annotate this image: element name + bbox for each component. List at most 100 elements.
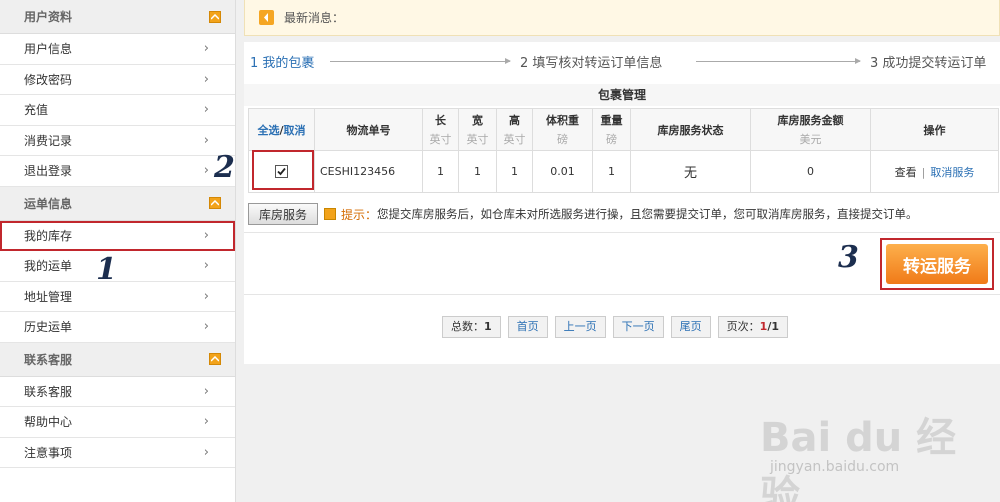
chevron-right-icon: › bbox=[203, 41, 209, 57]
col-header-weight: 重量磅 bbox=[592, 108, 631, 151]
pagination: 总数：1 首页 上一页 下一页 尾页 页次：1/1 bbox=[442, 316, 795, 338]
divider bbox=[244, 232, 1000, 233]
tip-text: 您提交库房服务后，如仓库未对所选服务进行操，且您需要提交订单，您可取消库房服务，… bbox=[377, 207, 918, 221]
page-total: /1 bbox=[767, 320, 779, 333]
checkbox-highlight-box bbox=[252, 150, 314, 190]
sidebar-item-contact-service[interactable]: 联系客服 › bbox=[0, 376, 235, 407]
sidebar-section-waybill-info[interactable]: 运单信息 bbox=[0, 186, 235, 221]
cell-warehouse-amount: 0 bbox=[750, 150, 871, 193]
select-cancel-link[interactable]: 取消 bbox=[284, 124, 306, 137]
sidebar-item-notes[interactable]: 注意事项 › bbox=[0, 437, 235, 468]
package-table: 全选/取消 物流单号 长英寸 宽英寸 高英寸 体积重磅 重量磅 库房服务状态 库… bbox=[248, 108, 999, 193]
progress-steps: 1 我的包裹 2 填写核对转运订单信息 3 成功提交转运订单 bbox=[244, 52, 1000, 72]
speaker-icon bbox=[259, 10, 274, 25]
table-title: 包裹管理 bbox=[244, 84, 1000, 106]
chevron-right-icon: › bbox=[203, 71, 209, 87]
latest-news-label: 最新消息： bbox=[284, 11, 345, 25]
sidebar-item-recharge[interactable]: 充值 › bbox=[0, 95, 235, 126]
tip-label: 提示： bbox=[341, 207, 378, 222]
sidebar-item-spending-records[interactable]: 消费记录 › bbox=[0, 125, 235, 156]
sidebar-section-title: 运单信息 bbox=[24, 196, 73, 211]
chevron-right-icon: › bbox=[203, 444, 209, 460]
col-header-unit: 英寸 bbox=[503, 133, 526, 146]
step-arrow bbox=[330, 58, 511, 64]
col-header-unit: 英寸 bbox=[466, 133, 489, 146]
view-link[interactable]: 查看 bbox=[895, 166, 917, 179]
cell-actions: 查看 | 取消服务 bbox=[870, 150, 999, 193]
step-my-packages: 1 我的包裹 bbox=[250, 56, 315, 71]
total-label: 总数： bbox=[451, 320, 484, 333]
action-separator: | bbox=[921, 165, 926, 179]
table-row: CESHI123456 1 1 1 0.01 1 无 0 查看 | 取消服务 bbox=[248, 150, 999, 193]
annotation-step-3: 3 bbox=[838, 240, 859, 275]
select-all-header: 全选/取消 bbox=[248, 108, 315, 151]
baidu-watermark: Bai du 经验 jingyan.baidu.com bbox=[760, 395, 995, 502]
last-page-button[interactable]: 尾页 bbox=[670, 316, 711, 338]
sidebar-item-label: 充值 bbox=[24, 103, 49, 118]
sidebar-item-label: 用户信息 bbox=[24, 42, 73, 57]
col-header-volume-weight: 体积重磅 bbox=[532, 108, 593, 151]
step-arrow bbox=[696, 58, 861, 64]
chevron-right-icon: › bbox=[203, 414, 209, 430]
sidebar-item-label: 消费记录 bbox=[24, 133, 73, 148]
col-header-unit: 磅 bbox=[606, 133, 617, 146]
chevron-right-icon: › bbox=[203, 163, 209, 179]
select-all-link[interactable]: 全选 bbox=[257, 124, 279, 137]
divider bbox=[244, 294, 1000, 295]
watermark-brand: Bai du 经验 bbox=[760, 415, 957, 502]
col-header-label: 体积重 bbox=[546, 114, 579, 127]
step-submit-success: 3 成功提交转运订单 bbox=[870, 56, 987, 71]
sidebar-item-my-waybills[interactable]: 我的运单 › bbox=[0, 251, 235, 282]
page-indicator: 页次：1/1 bbox=[717, 316, 788, 338]
col-header-warehouse-status: 库房服务状态 bbox=[630, 108, 751, 151]
col-header-label: 宽 bbox=[472, 114, 483, 127]
sidebar-item-label: 我的运单 bbox=[24, 259, 73, 274]
collapse-toggle-icon[interactable] bbox=[209, 353, 221, 365]
chevron-right-icon: › bbox=[203, 383, 209, 399]
col-header-length: 长英寸 bbox=[422, 108, 459, 151]
col-header-label: 操作 bbox=[923, 123, 946, 137]
sidebar-item-my-inventory[interactable]: 我的库存 › bbox=[0, 220, 235, 251]
chevron-right-icon: › bbox=[203, 132, 209, 148]
cell-weight: 1 bbox=[592, 150, 631, 193]
sidebar-section-user-profile[interactable]: 用户资料 bbox=[0, 0, 235, 34]
sidebar-section-customer-service[interactable]: 联系客服 bbox=[0, 342, 235, 377]
tip-row: 库房服务 提示： 您提交库房服务后，如仓库未对所选服务进行操，且您需要提交订单，… bbox=[248, 200, 998, 228]
collapse-toggle-icon[interactable] bbox=[209, 197, 221, 209]
collapse-toggle-icon[interactable] bbox=[209, 10, 221, 23]
sidebar-item-change-password[interactable]: 修改密码 › bbox=[0, 64, 235, 95]
sidebar-item-label: 注意事项 bbox=[24, 445, 73, 460]
cancel-service-link[interactable]: 取消服务 bbox=[930, 166, 974, 179]
cell-tracking: CESHI123456 bbox=[314, 150, 423, 193]
warehouse-service-button[interactable]: 库房服务 bbox=[248, 203, 319, 225]
col-header-unit: 磅 bbox=[557, 133, 568, 146]
annotation-step-1: 1 bbox=[96, 252, 117, 287]
sidebar-item-address-management[interactable]: 地址管理 › bbox=[0, 281, 235, 312]
cell-length: 1 bbox=[422, 150, 459, 193]
col-header-unit: 美元 bbox=[799, 133, 822, 146]
sidebar-section-title: 联系客服 bbox=[24, 352, 73, 367]
transfer-button-highlight: 转运服务 bbox=[880, 238, 994, 290]
table-header-row: 全选/取消 物流单号 长英寸 宽英寸 高英寸 体积重磅 重量磅 库房服务状态 库… bbox=[248, 108, 999, 151]
chevron-right-icon: › bbox=[203, 258, 209, 274]
sidebar-item-logout[interactable]: 退出登录 › bbox=[0, 156, 235, 187]
first-page-button[interactable]: 首页 bbox=[507, 316, 548, 338]
sidebar-item-help-center[interactable]: 帮助中心 › bbox=[0, 407, 235, 438]
sidebar-item-user-info[interactable]: 用户信息 › bbox=[0, 34, 235, 65]
prev-page-button[interactable]: 上一页 bbox=[554, 316, 606, 338]
col-header-label: 物流单号 bbox=[346, 123, 391, 137]
next-page-button[interactable]: 下一页 bbox=[612, 316, 664, 338]
transfer-service-button[interactable]: 转运服务 bbox=[886, 244, 988, 284]
col-header-label: 库房服务金额 bbox=[777, 114, 844, 127]
col-header-width: 宽英寸 bbox=[458, 108, 497, 151]
step-fill-order-info: 2 填写核对转运订单信息 bbox=[520, 56, 663, 71]
sidebar: 用户资料 用户信息 › 修改密码 › 充值 › 消费记录 › 退出登录 › 运单信息 我的… bbox=[0, 0, 236, 502]
chevron-right-icon: › bbox=[203, 319, 209, 335]
sidebar-item-label: 帮助中心 bbox=[24, 415, 73, 430]
sidebar-item-label: 地址管理 bbox=[24, 289, 73, 304]
col-header-warehouse-amount: 库房服务金额 美元 bbox=[750, 108, 871, 151]
watermark-url: jingyan.baidu.com bbox=[770, 459, 900, 475]
cell-width: 1 bbox=[458, 150, 497, 193]
sidebar-item-history-waybills[interactable]: 历史运单 › bbox=[0, 312, 235, 343]
col-header-tracking: 物流单号 bbox=[314, 108, 423, 151]
